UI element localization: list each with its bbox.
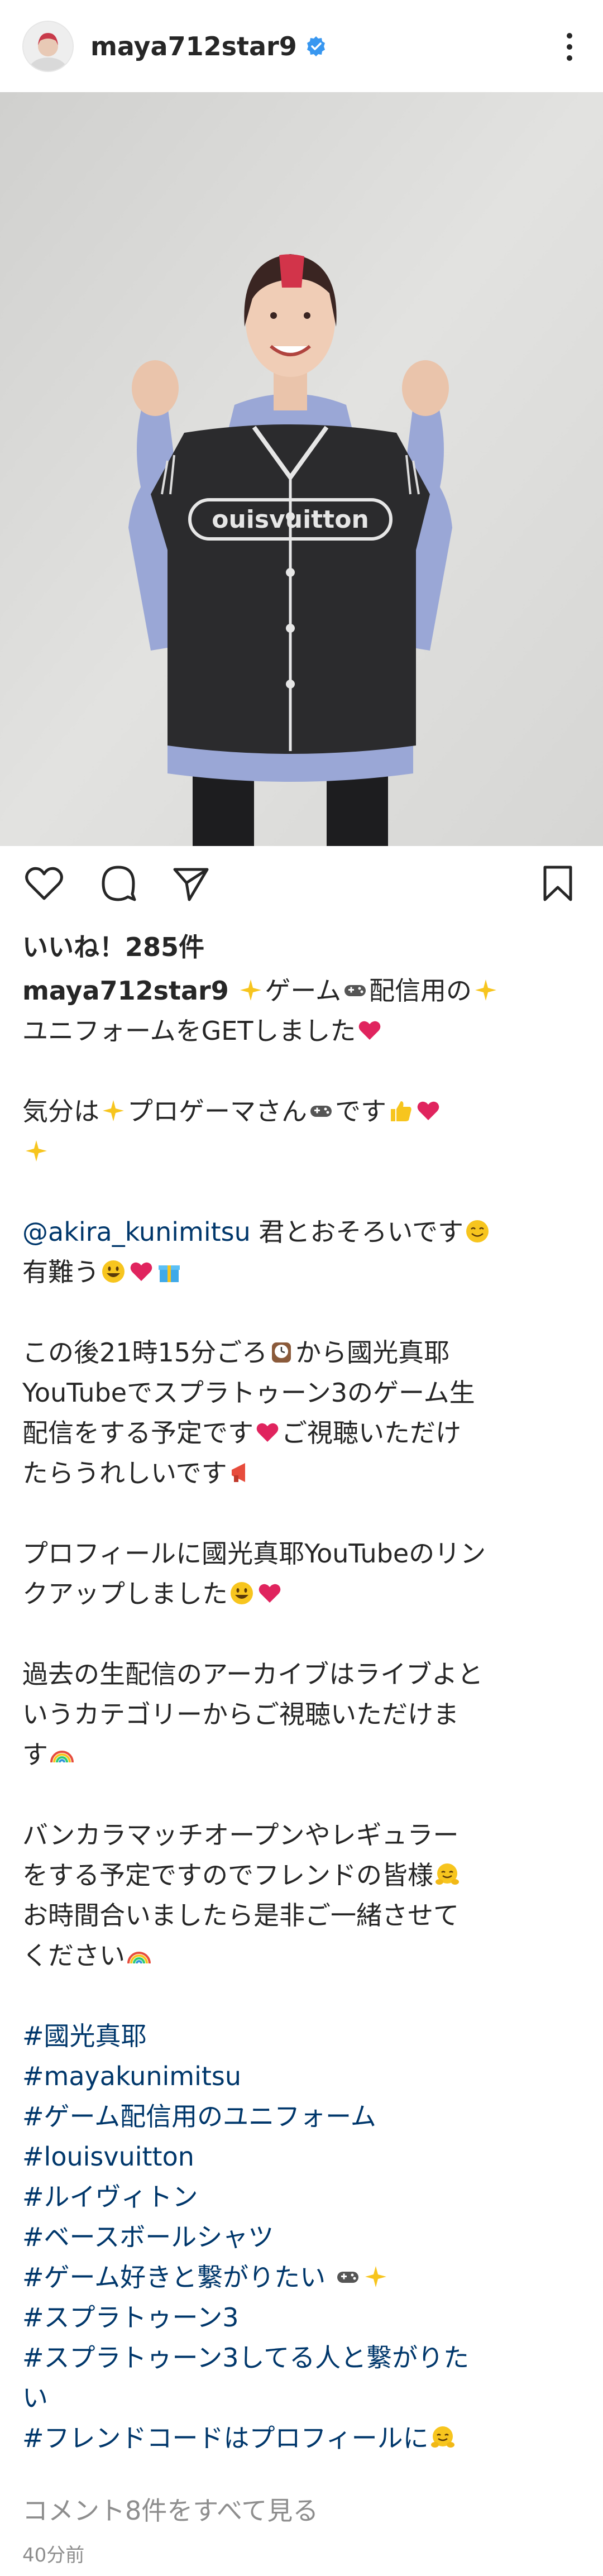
red-heart-icon [359, 1021, 381, 1040]
red-heart-icon [256, 1423, 279, 1442]
caption-line: YouTubeでスプラトゥーン3のゲーム生 [22, 1378, 475, 1408]
caption-line: ください [22, 1941, 125, 1971]
hashtag-link[interactable]: #スプラトゥーン3 [22, 2302, 239, 2333]
red-heart-icon [417, 1101, 439, 1120]
megaphone-icon [231, 1463, 245, 1482]
caption-line: ご視聴いただけ [281, 1418, 461, 1448]
caption-line: この後21時15分ごろ [22, 1337, 268, 1368]
caption-line: たらうれしいです [22, 1458, 227, 1488]
hashtag-link[interactable]: #國光真耶 [22, 2021, 147, 2051]
hashtag-link[interactable]: #ベースボールシャツ [22, 2222, 274, 2252]
post-username[interactable]: maya712star9 [90, 31, 297, 61]
post-photo[interactable]: ouisvuitton [0, 92, 603, 846]
red-heart-icon [130, 1262, 152, 1281]
caption-username[interactable]: maya712star9 [22, 976, 229, 1006]
comment-bubble-icon[interactable] [98, 863, 139, 904]
smiling-face-icon [466, 1220, 489, 1242]
action-bar [0, 846, 603, 920]
game-controller-icon [310, 1106, 332, 1117]
sparkles-icon [103, 1100, 124, 1121]
verified-badge-icon [307, 36, 325, 56]
caption-line: いうカテゴリーからご視聴いただけま [22, 1699, 459, 1729]
caption-line: ゲーム [265, 976, 341, 1006]
post-image: ouisvuitton [0, 92, 603, 846]
hugging-face-icon [430, 2426, 454, 2448]
caption-line: クアップしました [22, 1579, 228, 1609]
caption-line: です [335, 1096, 386, 1126]
caption-line: 過去の生配信のアーカイブはライブよと [22, 1659, 484, 1689]
sparkles-icon [26, 1140, 47, 1162]
post-caption: maya712star9 ゲーム 配信用の ユニフォームをGETしました 気分はプ… [22, 971, 581, 2458]
caption-line: バンカラマッチオープンやレギュラー [22, 1820, 459, 1850]
thumbs-up-icon [391, 1101, 411, 1121]
svg-text:ouisvuitton: ouisvuitton [212, 505, 369, 534]
mantel-clock-icon [272, 1342, 291, 1363]
game-controller-icon [344, 985, 366, 996]
mention-link[interactable]: @akira_kunimitsu [22, 1217, 251, 1247]
hugging-face-icon [436, 1863, 459, 1885]
view-all-comments-link[interactable]: コメント8件をすべて見る [22, 2491, 318, 2527]
heart-outline-icon[interactable] [23, 863, 65, 904]
sparkles-icon [240, 979, 262, 1001]
grinning-face-icon [102, 1260, 125, 1283]
sparkles-icon [475, 979, 496, 1001]
caption-line: 気分は [22, 1096, 99, 1126]
paper-plane-icon[interactable] [170, 863, 212, 904]
caption-line: 配信用の [368, 976, 472, 1006]
caption-line: す [22, 1739, 48, 1770]
avatar-image [23, 21, 73, 71]
post-header: maya712star9 [0, 0, 603, 92]
caption-line: プロゲーマさん [127, 1096, 307, 1126]
hashtag-link[interactable]: い [22, 2383, 48, 2413]
rainbow-icon [127, 1952, 151, 1964]
hashtag-link[interactable]: #ゲーム好きと繋がりたい [22, 2262, 326, 2292]
grinning-face-icon [231, 1582, 253, 1604]
bookmark-outline-icon[interactable] [537, 863, 578, 904]
caption-line: 有難う [22, 1257, 99, 1287]
red-heart-icon [259, 1584, 281, 1603]
more-vertical-icon[interactable] [558, 29, 581, 65]
hashtag-link[interactable]: #louisvuitton [22, 2142, 194, 2172]
hashtag-link[interactable]: #mayakunimitsu [22, 2061, 241, 2091]
caption-line: プロフィールに國光真耶YouTubeのリン [22, 1538, 486, 1569]
sparkles-icon [365, 2266, 386, 2287]
caption-line: 配信をする予定です [22, 1418, 253, 1448]
gift-icon [159, 1265, 180, 1282]
like-count[interactable]: いいね！285件 [22, 927, 204, 964]
post-timestamp: 40分前 [22, 2544, 85, 2567]
caption-line: 君とおそろいです [250, 1217, 464, 1247]
caption-line: から國光真耶 [295, 1337, 450, 1368]
caption-line: お時間合いましたら是非ご一緒させて [22, 1900, 459, 1930]
hashtag-link[interactable]: #ゲーム配信用のユニフォーム [22, 2101, 376, 2131]
hashtag-link[interactable]: #ルイヴィトン [22, 2182, 198, 2212]
caption-line: ユニフォームをGETしました [22, 1016, 356, 1046]
hashtag-link[interactable]: #フレンドコードはプロフィールに [22, 2423, 429, 2453]
game-controller-icon [337, 2272, 358, 2283]
avatar[interactable] [22, 20, 74, 72]
hashtag-link[interactable]: #スプラトゥーン3してる人と繋がりた [22, 2343, 469, 2373]
rainbow-icon [50, 1751, 74, 1763]
caption-line: をする予定ですのでフレンドの皆様 [22, 1860, 433, 1890]
